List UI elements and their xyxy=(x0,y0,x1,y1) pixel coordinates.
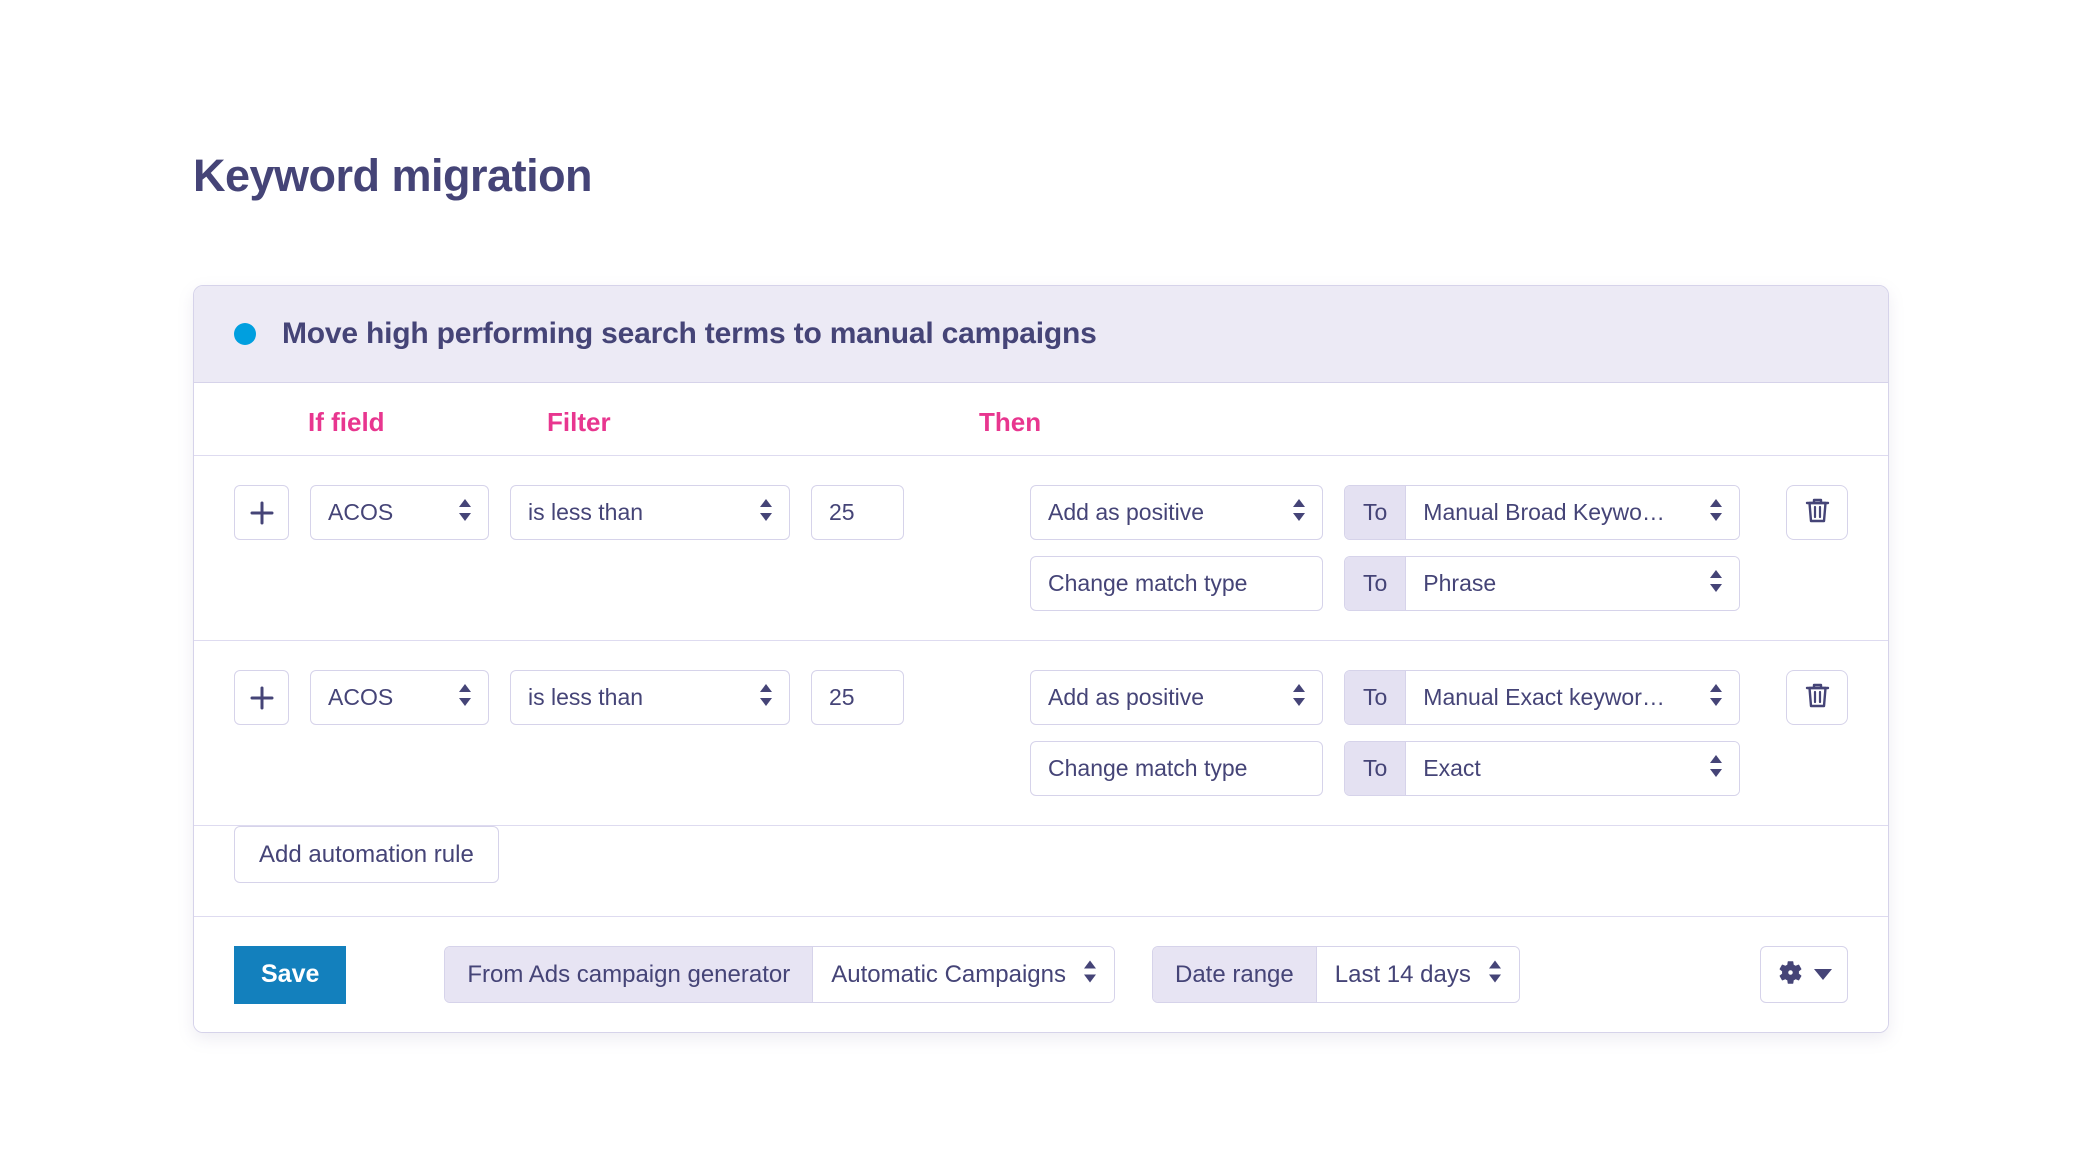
column-header-filter: Filter xyxy=(547,407,611,437)
select-updown-icon xyxy=(1708,568,1724,600)
action-target-value: Exact xyxy=(1423,755,1481,781)
status-dot-icon xyxy=(234,323,256,345)
automation-card: Move high performing search terms to man… xyxy=(193,285,1889,1033)
value-input[interactable]: 25 xyxy=(811,670,904,725)
action-target-value: Manual Exact keywor… xyxy=(1423,684,1665,710)
select-updown-icon xyxy=(1082,958,1098,991)
then-group: Add as positive To Manual Exact keywor… xyxy=(1030,670,1741,796)
column-header-if-field: If field xyxy=(308,407,385,437)
value-input[interactable]: 25 xyxy=(811,485,904,540)
action-select-value: Change match type xyxy=(1048,755,1248,781)
chevron-down-icon xyxy=(1813,969,1832,980)
select-updown-icon xyxy=(1291,682,1307,714)
action-target-combo: To Phrase xyxy=(1344,556,1741,611)
delete-rule-button[interactable] xyxy=(1786,485,1848,540)
action-target-select[interactable]: Manual Exact keywor… xyxy=(1406,671,1740,724)
select-updown-icon xyxy=(1708,753,1724,785)
operator-select-value: is less than xyxy=(528,499,644,525)
action-select-value: Add as positive xyxy=(1048,499,1204,525)
action-select-value: Add as positive xyxy=(1048,684,1204,710)
condition-group: ACOS is less than 25 xyxy=(194,485,904,540)
field-select[interactable]: ACOS xyxy=(310,485,489,540)
field-select-value: ACOS xyxy=(328,499,394,525)
trash-icon xyxy=(1804,681,1831,715)
save-button[interactable]: Save xyxy=(234,945,347,1004)
source-select[interactable]: Automatic Campaigns xyxy=(813,947,1114,1002)
select-updown-icon xyxy=(1291,497,1307,529)
operator-select[interactable]: is less than xyxy=(510,485,790,540)
then-group: Add as positive To Manual Broad Keywo… C… xyxy=(1030,485,1741,611)
to-label: To xyxy=(1345,557,1407,610)
source-label: From Ads campaign generator xyxy=(445,947,814,1002)
select-updown-icon xyxy=(1708,497,1724,529)
field-select-value: ACOS xyxy=(328,684,394,710)
select-updown-icon xyxy=(457,682,473,714)
action-select[interactable]: Add as positive xyxy=(1030,670,1323,725)
then-line: Change match type To Phrase xyxy=(1030,556,1741,611)
to-label: To xyxy=(1345,486,1407,539)
select-updown-icon xyxy=(457,497,473,529)
condition-group: ACOS is less than 25 xyxy=(194,670,904,725)
action-target-combo: To Manual Exact keywor… xyxy=(1344,670,1741,725)
gear-icon xyxy=(1777,959,1804,991)
to-label: To xyxy=(1345,671,1407,724)
action-select-value: Change match type xyxy=(1048,570,1248,596)
value-input-value: 25 xyxy=(829,499,855,525)
action-select[interactable]: Change match type xyxy=(1030,556,1323,611)
rule-row: ACOS is less than 25 Add as positive To … xyxy=(194,641,1888,826)
select-updown-icon xyxy=(1708,682,1724,714)
action-select[interactable]: Add as positive xyxy=(1030,485,1323,540)
action-target-combo: To Exact xyxy=(1344,741,1741,796)
settings-dropdown-button[interactable] xyxy=(1760,946,1848,1003)
add-rule-container: Add automation rule xyxy=(194,826,1888,916)
card-header-title: Move high performing search terms to man… xyxy=(282,317,1097,350)
operator-select[interactable]: is less than xyxy=(510,670,790,725)
field-select[interactable]: ACOS xyxy=(310,670,489,725)
to-label: To xyxy=(1345,742,1407,795)
then-line: Change match type To Exact xyxy=(1030,741,1741,796)
add-condition-button[interactable] xyxy=(234,485,289,540)
select-updown-icon xyxy=(758,497,774,529)
date-range-value: Last 14 days xyxy=(1334,960,1471,988)
action-select[interactable]: Change match type xyxy=(1030,741,1323,796)
value-input-value: 25 xyxy=(829,684,855,710)
rule-row: ACOS is less than 25 Add as positive To … xyxy=(194,456,1888,641)
date-range-combo: Date range Last 14 days xyxy=(1152,946,1520,1003)
add-automation-rule-button[interactable]: Add automation rule xyxy=(234,826,499,883)
trash-icon xyxy=(1804,496,1831,530)
select-updown-icon xyxy=(1487,958,1503,991)
delete-rule-button[interactable] xyxy=(1786,670,1848,725)
source-select-value: Automatic Campaigns xyxy=(831,960,1066,988)
operator-select-value: is less than xyxy=(528,684,644,710)
card-header: Move high performing search terms to man… xyxy=(194,286,1888,383)
action-target-select[interactable]: Manual Broad Keywo… xyxy=(1406,486,1740,539)
then-line: Add as positive To Manual Broad Keywo… xyxy=(1030,485,1741,540)
date-range-label: Date range xyxy=(1153,947,1317,1002)
add-condition-button[interactable] xyxy=(234,670,289,725)
action-target-select[interactable]: Exact xyxy=(1406,742,1740,795)
source-combo: From Ads campaign generator Automatic Ca… xyxy=(444,946,1115,1003)
column-header-row: If field Filter Then xyxy=(194,383,1888,456)
card-footer: Save From Ads campaign generator Automat… xyxy=(194,916,1888,1032)
page-root: Keyword migration Move high performing s… xyxy=(0,0,2083,1167)
action-target-value: Phrase xyxy=(1423,570,1497,596)
then-line: Add as positive To Manual Exact keywor… xyxy=(1030,670,1741,725)
action-target-combo: To Manual Broad Keywo… xyxy=(1344,485,1741,540)
date-range-select[interactable]: Last 14 days xyxy=(1316,947,1519,1002)
page-title: Keyword migration xyxy=(193,150,593,201)
action-target-select[interactable]: Phrase xyxy=(1406,557,1740,610)
select-updown-icon xyxy=(758,682,774,714)
action-target-value: Manual Broad Keywo… xyxy=(1423,499,1665,525)
column-header-then: Then xyxy=(979,407,1042,437)
